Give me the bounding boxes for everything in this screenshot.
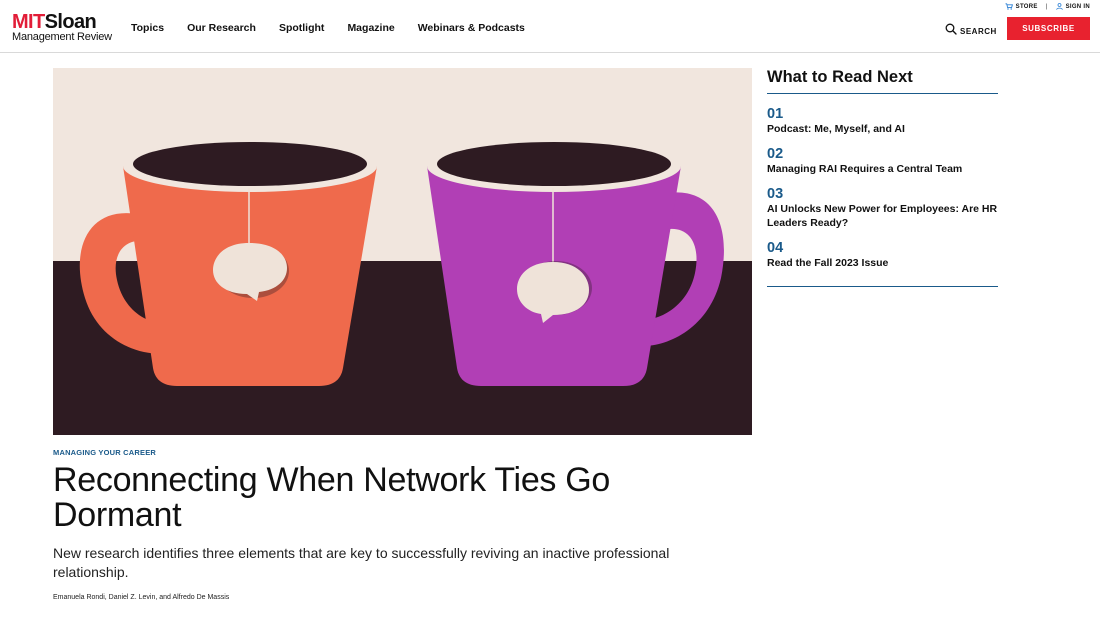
nav-item-our-research[interactable]: Our Research (187, 22, 256, 34)
subscribe-button[interactable]: SUBSCRIBE (1007, 17, 1090, 40)
nav-item-webinars-podcasts[interactable]: Webinars & Podcasts (418, 22, 525, 34)
read-next-list: 01 Podcast: Me, Myself, and AI 02 Managi… (767, 94, 998, 287)
list-item-label: Podcast: Me, Myself, and AI (767, 123, 905, 135)
list-item-label: Managing RAI Requires a Central Team (767, 163, 963, 175)
list-item[interactable]: 01 Podcast: Me, Myself, and AI (767, 106, 998, 136)
site-logo[interactable]: MITSloan Management Review (12, 11, 112, 43)
logo-mit: MIT (12, 11, 45, 33)
nav-item-spotlight[interactable]: Spotlight (279, 22, 325, 34)
sidebar-title: What to Read Next (767, 68, 998, 94)
list-item-number: 02 (767, 146, 784, 162)
article-byline: Emanuela Rondi, Daniel Z. Levin, and Alf… (53, 594, 230, 601)
list-item-label: Read the Fall 2023 Issue (767, 257, 889, 269)
list-item-number: 03 (767, 186, 784, 202)
logo-sloan: Sloan (44, 11, 97, 33)
hero-image[interactable] (53, 68, 752, 435)
list-item[interactable]: 03 AI Unlocks New Power for Employees: A… (767, 186, 998, 230)
search-label: SEARCH (960, 26, 997, 36)
site-header: MITSloan Management Review Topics Our Re… (0, 0, 1100, 53)
article-category[interactable]: MANAGING YOUR CAREER (53, 448, 156, 457)
nav-item-magazine[interactable]: Magazine (347, 22, 394, 34)
list-item-label: AI Unlocks New Power for Employees: Are … (767, 203, 998, 229)
article-dek: New research identifies three elements t… (53, 545, 670, 580)
nav-item-topics[interactable]: Topics (131, 22, 164, 34)
search-button[interactable]: SEARCH (945, 22, 997, 40)
list-item[interactable]: 02 Managing RAI Requires a Central Team (767, 146, 998, 176)
two-mugs-illustration (53, 68, 752, 435)
what-to-read-next: What to Read Next 01 Podcast: Me, Myself… (767, 68, 998, 287)
search-icon (945, 22, 957, 40)
logo-wordmark: MITSloan (12, 11, 112, 33)
logo-subtitle: Management Review (12, 31, 112, 43)
list-item-number: 04 (767, 240, 784, 256)
main-nav: Topics Our Research Spotlight Magazine W… (131, 22, 548, 34)
list-item-number: 01 (767, 106, 784, 122)
article-title: Reconnecting When Network Ties Go Dorman… (53, 461, 611, 534)
list-item[interactable]: 04 Read the Fall 2023 Issue (767, 240, 998, 270)
